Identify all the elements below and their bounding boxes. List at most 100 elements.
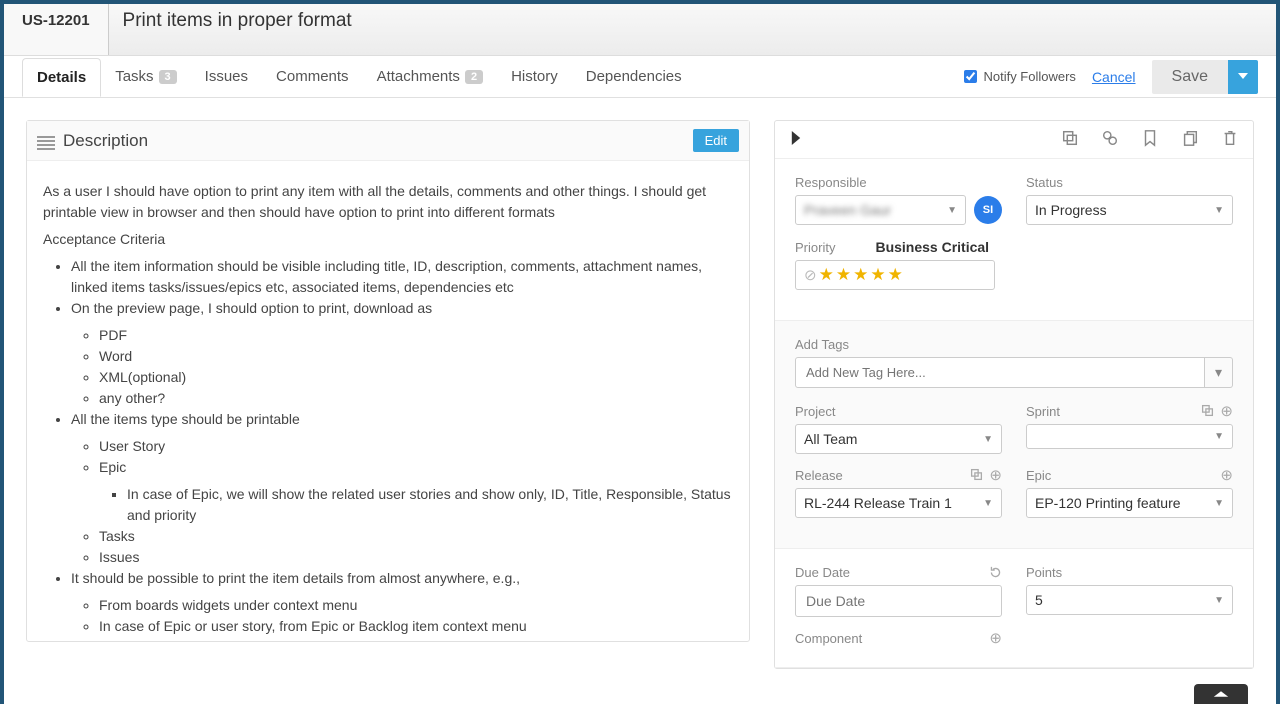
status-select[interactable]: In Progress ▼ xyxy=(1026,195,1233,225)
tab-details[interactable]: Details xyxy=(22,58,101,97)
notify-label: Notify Followers xyxy=(983,69,1075,84)
desc-text: Acceptance Criteria xyxy=(43,229,733,250)
tasks-badge: 3 xyxy=(159,70,177,84)
list-item: From boards widgets under context menu xyxy=(99,595,733,616)
points-select[interactable]: 5▼ xyxy=(1026,585,1233,615)
list-item: From item detail view xyxy=(99,637,733,641)
add-icon[interactable]: ⊕ xyxy=(989,468,1002,483)
tab-bar: Details Tasks 3 Issues Comments Attachme… xyxy=(4,56,1276,98)
item-id[interactable]: US-12201 xyxy=(4,4,109,55)
add-icon[interactable]: ⊕ xyxy=(1220,468,1233,483)
save-dropdown[interactable] xyxy=(1228,60,1258,94)
points-value: 5 xyxy=(1035,592,1043,608)
description-heading: Description xyxy=(63,131,693,151)
copy-icon[interactable] xyxy=(1061,129,1079,150)
tags-label: Add Tags xyxy=(795,337,1233,352)
tab-issues[interactable]: Issues xyxy=(191,58,262,95)
app-window: US-12201 Print items in proper format De… xyxy=(0,0,1280,704)
trash-icon[interactable] xyxy=(1221,129,1239,150)
title-bar: US-12201 Print items in proper format xyxy=(4,4,1276,56)
tab-dependencies[interactable]: Dependencies xyxy=(572,58,696,95)
description-body: As a user I should have option to print … xyxy=(27,161,749,641)
notify-checkbox[interactable] xyxy=(964,70,977,83)
tags-input[interactable] xyxy=(795,357,1205,388)
epic-select[interactable]: EP-120 Printing feature▼ xyxy=(1026,488,1233,518)
star-icon: ★ xyxy=(870,265,885,285)
list-item: XML(optional) xyxy=(99,367,733,388)
edit-button[interactable]: Edit xyxy=(693,129,739,152)
list-item: All the item information should be visib… xyxy=(71,256,733,298)
tags-dropdown[interactable]: ▾ xyxy=(1205,357,1233,388)
star-icon: ★ xyxy=(836,265,851,285)
component-label: Component xyxy=(795,631,862,646)
priority-label: Priority xyxy=(795,240,835,255)
attachments-badge: 2 xyxy=(465,70,483,84)
cancel-link[interactable]: Cancel xyxy=(1092,69,1136,85)
tab-label: Tasks xyxy=(115,68,153,85)
project-value: All Team xyxy=(804,431,857,447)
list-item: In case of Epic, we will show the relate… xyxy=(127,484,733,526)
list-text: It should be possible to print the item … xyxy=(71,570,520,586)
list-item: Word xyxy=(99,346,733,367)
notify-followers[interactable]: Notify Followers xyxy=(964,69,1075,84)
tab-tasks[interactable]: Tasks 3 xyxy=(101,58,190,95)
details-panel: Responsible Praveen Gaur ▼ SI Status xyxy=(774,120,1254,669)
bookmark-icon[interactable] xyxy=(1141,129,1159,150)
tab-attachments[interactable]: Attachments 2 xyxy=(363,58,498,95)
no-priority-icon: ⊘ xyxy=(804,266,817,284)
save-button[interactable]: Save xyxy=(1152,60,1228,94)
list-item: Tasks xyxy=(99,526,733,547)
menu-icon xyxy=(37,134,55,148)
add-icon[interactable]: ⊕ xyxy=(1220,404,1233,419)
tab-history[interactable]: History xyxy=(497,58,572,95)
list-item: It should be possible to print the item … xyxy=(71,568,733,641)
star-icon: ★ xyxy=(888,265,903,285)
release-label: Release xyxy=(795,468,843,483)
points-label: Points xyxy=(1026,565,1233,580)
add-icon[interactable]: ⊕ xyxy=(989,631,1002,646)
duedate-label: Due Date xyxy=(795,565,850,580)
project-label: Project xyxy=(795,404,1002,419)
item-title: Print items in proper format xyxy=(109,4,1276,55)
epic-label: Epic xyxy=(1026,468,1051,483)
list-item: Issues xyxy=(99,547,733,568)
duplicate-icon[interactable] xyxy=(1181,129,1199,150)
reset-icon[interactable] xyxy=(989,566,1002,579)
desc-text: As a user I should have option to print … xyxy=(43,181,733,223)
responsible-select[interactable]: Praveen Gaur ▼ xyxy=(795,195,966,225)
tab-label: Attachments xyxy=(377,68,460,85)
list-item: any other? xyxy=(99,388,733,409)
status-value: In Progress xyxy=(1035,202,1107,218)
list-item: All the items type should be printable U… xyxy=(71,409,733,568)
tab-comments[interactable]: Comments xyxy=(262,58,363,95)
avatar[interactable]: SI xyxy=(974,196,1002,224)
list-text: Epic xyxy=(99,459,126,475)
sprint-label: Sprint xyxy=(1026,404,1060,419)
duedate-input[interactable] xyxy=(795,585,1002,617)
footer-expand[interactable] xyxy=(1194,684,1248,704)
list-item: Epic In case of Epic, we will show the r… xyxy=(99,457,733,526)
responsible-value: Praveen Gaur xyxy=(804,202,891,218)
priority-text: Business Critical xyxy=(875,239,989,255)
status-label: Status xyxy=(1026,175,1233,190)
list-item: On the preview page, I should option to … xyxy=(71,298,733,409)
list-text: All the items type should be printable xyxy=(71,411,300,427)
copy-icon[interactable] xyxy=(1201,404,1214,417)
priority-stars[interactable]: ⊘ ★ ★ ★ ★ ★ xyxy=(795,260,995,290)
description-panel: Description Edit As a user I should have… xyxy=(26,120,750,642)
list-item: User Story xyxy=(99,436,733,457)
link-icon[interactable] xyxy=(1101,129,1119,150)
release-value: RL-244 Release Train 1 xyxy=(804,495,952,511)
project-select[interactable]: All Team▼ xyxy=(795,424,1002,454)
star-icon: ★ xyxy=(853,265,868,285)
copy-icon[interactable] xyxy=(970,468,983,481)
star-icon: ★ xyxy=(819,265,834,285)
list-item: PDF xyxy=(99,325,733,346)
list-text: On the preview page, I should option to … xyxy=(71,300,432,316)
epic-value: EP-120 Printing feature xyxy=(1035,495,1181,511)
release-select[interactable]: RL-244 Release Train 1▼ xyxy=(795,488,1002,518)
sprint-select[interactable]: ▼ xyxy=(1026,424,1233,449)
collapse-icon[interactable] xyxy=(789,131,803,148)
responsible-label: Responsible xyxy=(795,175,1002,190)
list-item: In case of Epic or user story, from Epic… xyxy=(99,616,733,637)
